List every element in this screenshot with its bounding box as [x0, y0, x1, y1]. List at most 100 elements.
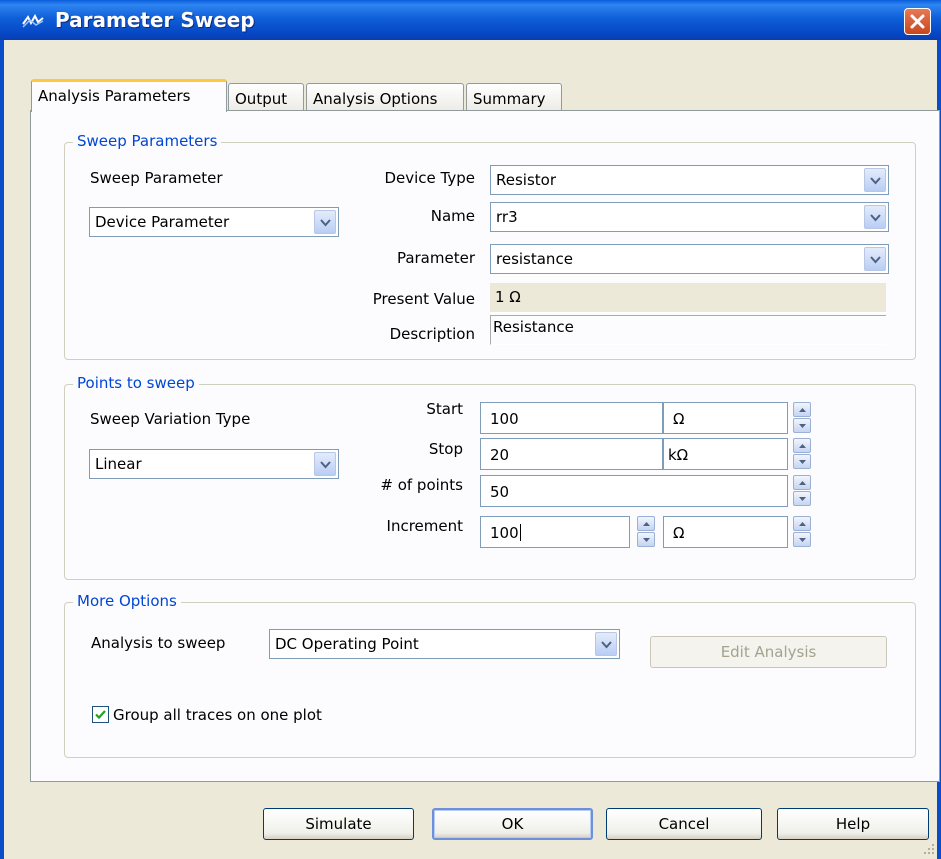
device-type-value: Resistor [496, 171, 556, 189]
spin-down-icon [643, 538, 650, 542]
description-label: Description [389, 325, 475, 343]
tab-panel: Sweep Parameters Sweep Parameter Device … [30, 110, 940, 782]
tab-analysis-parameters[interactable]: Analysis Parameters [31, 79, 227, 112]
spin-down-icon [799, 424, 806, 428]
analysis-to-sweep-value: DC Operating Point [275, 635, 419, 653]
spin-up-icon [799, 444, 806, 448]
stop-unit: kΩ [668, 446, 689, 464]
name-value: rr3 [496, 208, 518, 226]
resize-grip-icon[interactable] [923, 843, 935, 855]
num-points-spinner[interactable] [793, 475, 811, 507]
spin-up-icon [643, 522, 650, 526]
sweep-variation-type-value: Linear [95, 455, 142, 473]
ok-button[interactable]: OK [432, 808, 593, 840]
name-select[interactable]: rr3 [490, 202, 889, 232]
tab-analysis-options[interactable]: Analysis Options [306, 83, 464, 111]
text-caret [519, 524, 521, 541]
stop-value: 20 [490, 446, 510, 464]
stop-label: Stop [428, 440, 463, 458]
analysis-to-sweep-label: Analysis to sweep [91, 634, 226, 652]
num-points-input[interactable]: 50 [480, 475, 788, 507]
spin-up-button[interactable] [793, 516, 811, 531]
analysis-to-sweep-select[interactable]: DC Operating Point [269, 629, 620, 659]
chevron-down-icon [870, 256, 881, 264]
spin-up-button[interactable] [793, 438, 811, 453]
spin-up-button[interactable] [637, 516, 655, 531]
increment-input[interactable]: 100 [480, 516, 630, 548]
group-title-more-options: More Options [73, 592, 181, 610]
increment-value-text: 100 [490, 524, 519, 542]
parameter-value: resistance [496, 250, 573, 268]
edit-analysis-button[interactable]: Edit Analysis [650, 636, 887, 668]
spin-down-button[interactable] [793, 491, 811, 506]
help-button[interactable]: Help [777, 808, 929, 840]
increment-unit-input[interactable]: Ω [663, 516, 788, 548]
num-points-label: # of points [380, 476, 463, 494]
dropdown-button[interactable] [864, 205, 886, 229]
spin-down-button[interactable] [793, 454, 811, 469]
spin-down-button[interactable] [793, 532, 811, 547]
start-unit-spinner[interactable] [793, 402, 811, 434]
sweep-parameter-select[interactable]: Device Parameter [89, 207, 339, 237]
group-traces-checkbox[interactable] [92, 706, 109, 723]
close-button[interactable] [904, 8, 931, 35]
start-label: Start [426, 400, 463, 418]
sweep-parameter-label: Sweep Parameter [90, 169, 223, 187]
dropdown-button[interactable] [314, 210, 336, 234]
checkmark-icon [95, 710, 106, 720]
present-value-label: Present Value [372, 290, 475, 308]
sweep-variation-type-select[interactable]: Linear [89, 449, 339, 479]
spin-up-button[interactable] [793, 475, 811, 490]
present-value: 1 Ω [495, 288, 521, 306]
simulate-button[interactable]: Simulate [263, 808, 414, 840]
spin-up-button[interactable] [793, 402, 811, 417]
close-icon [910, 14, 925, 29]
description-value: Resistance [493, 318, 574, 336]
start-value: 100 [490, 410, 519, 428]
chevron-down-icon [320, 219, 331, 227]
description-field: Resistance [490, 315, 886, 345]
cancel-button[interactable]: Cancel [606, 808, 762, 840]
spin-down-icon [799, 460, 806, 464]
present-value-field: 1 Ω [490, 283, 886, 313]
dropdown-button[interactable] [595, 632, 617, 656]
spin-down-button[interactable] [793, 418, 811, 433]
sweep-variation-type-label: Sweep Variation Type [90, 410, 251, 428]
window-title: Parameter Sweep [55, 8, 255, 32]
tab-summary[interactable]: Summary [466, 83, 562, 111]
spin-down-icon [799, 497, 806, 501]
chevron-down-icon [870, 214, 881, 222]
start-unit-input[interactable]: Ω [663, 402, 788, 434]
parameter-label: Parameter [396, 249, 475, 267]
parameter-select[interactable]: resistance [490, 244, 889, 274]
chevron-down-icon [870, 177, 881, 185]
spin-up-icon [799, 522, 806, 526]
stop-unit-input[interactable]: kΩ [663, 438, 788, 470]
name-label: Name [430, 207, 475, 225]
group-traces-label[interactable]: Group all traces on one plot [113, 706, 322, 724]
group-title-sweep-parameters: Sweep Parameters [73, 132, 222, 150]
group-title-points-to-sweep: Points to sweep [73, 374, 199, 392]
spin-up-icon [799, 481, 806, 485]
device-type-select[interactable]: Resistor [490, 165, 889, 195]
increment-unit: Ω [673, 524, 685, 542]
spin-down-button[interactable] [637, 532, 655, 547]
more-options-group: More Options [64, 592, 916, 758]
start-unit: Ω [673, 410, 685, 428]
dropdown-button[interactable] [864, 168, 886, 192]
spin-up-icon [799, 408, 806, 412]
increment-unit-spinner[interactable] [793, 516, 811, 548]
app-icon [22, 14, 44, 28]
window-border-left [0, 40, 4, 859]
stop-input[interactable]: 20 [480, 438, 663, 470]
title-bar[interactable]: Parameter Sweep [0, 0, 941, 40]
dropdown-button[interactable] [314, 452, 336, 476]
increment-spinner[interactable] [637, 516, 655, 548]
num-points-value: 50 [490, 483, 510, 501]
device-type-label: Device Type [384, 169, 475, 187]
tab-output[interactable]: Output [228, 83, 304, 111]
start-input[interactable]: 100 [480, 402, 663, 434]
stop-unit-spinner[interactable] [793, 438, 811, 470]
increment-value: 100 [490, 524, 521, 542]
dropdown-button[interactable] [864, 247, 886, 271]
